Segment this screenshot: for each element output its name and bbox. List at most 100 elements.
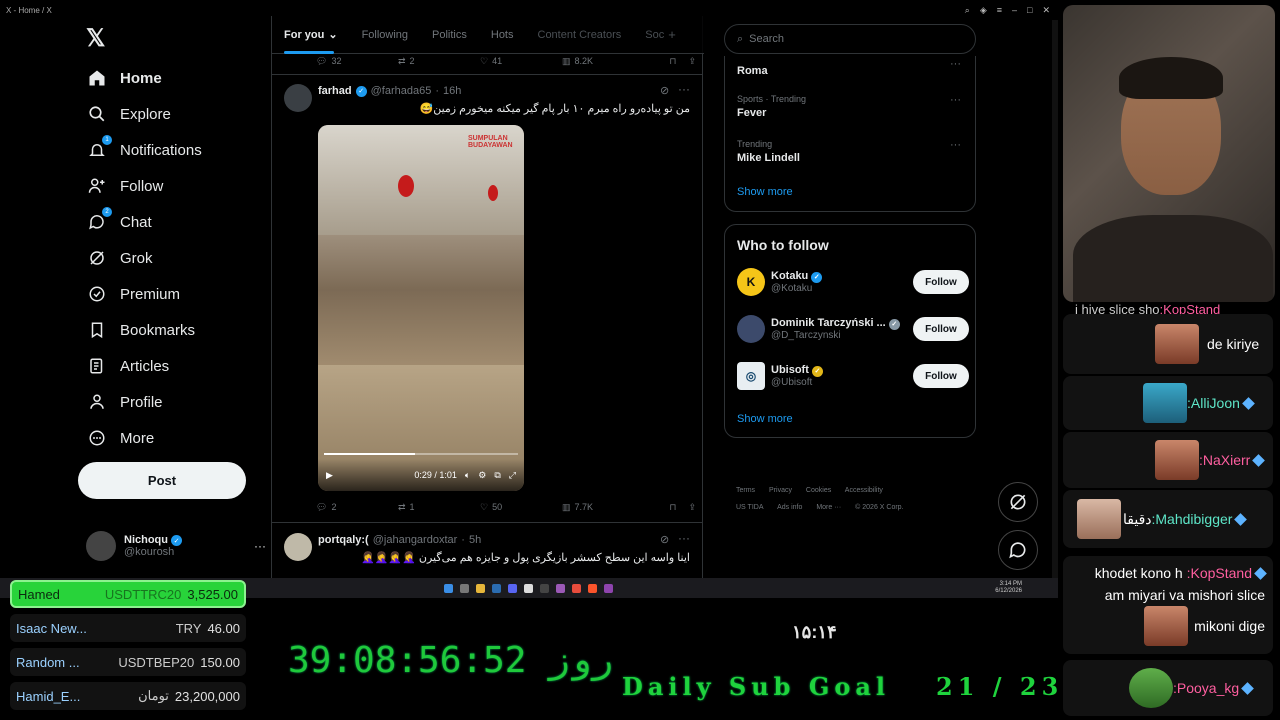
tweet-more-icon[interactable]: ··· — [678, 531, 690, 545]
volume-icon[interactable]: 🔈︎ — [465, 470, 470, 481]
file-explorer-icon[interactable] — [476, 583, 485, 593]
views-button[interactable]: ▥ 7.7K — [562, 502, 644, 513]
account-more-icon[interactable]: ··· — [254, 539, 266, 553]
tab-content-creators[interactable]: Content Creators — [526, 16, 634, 54]
add-tab-icon[interactable]: + — [668, 27, 676, 42]
nav-articles[interactable]: Articles — [86, 352, 169, 380]
trend-more-icon[interactable]: ··· — [950, 94, 961, 106]
browser-search-icon[interactable]: ⌕ — [965, 5, 970, 16]
nav-explore[interactable]: Explore — [86, 100, 171, 128]
tab-hots[interactable]: Hots — [479, 16, 526, 54]
post-button[interactable]: Post — [78, 462, 246, 499]
trends-show-more-link[interactable]: Show more — [737, 186, 793, 198]
tab-soc[interactable]: Soc — [633, 16, 668, 54]
messages-fab-button[interactable] — [998, 530, 1038, 570]
footer-link[interactable]: US TIDA — [736, 504, 764, 511]
chrome-icon[interactable] — [572, 583, 581, 593]
follow-button[interactable]: Follow — [913, 317, 969, 341]
follow-suggestion[interactable]: ◎ Ubisoft ✓ @Ubisoft Follow — [737, 359, 969, 393]
nav-follow[interactable]: Follow — [86, 172, 163, 200]
like-button[interactable]: ♡ 50 — [480, 502, 562, 513]
grok-fab-button[interactable] — [998, 482, 1038, 522]
trend-item[interactable]: Trending Mike Lindell — [737, 139, 800, 164]
share-icon[interactable]: ⇪ — [688, 502, 696, 513]
nav-bookmarks[interactable]: Bookmarks — [86, 316, 195, 344]
nav-more[interactable]: More — [86, 424, 154, 452]
tab-following[interactable]: Following — [350, 16, 420, 54]
obs-icon[interactable] — [540, 583, 549, 593]
trend-item[interactable]: Sports · Trending Fever — [737, 94, 806, 119]
brave-icon[interactable] — [588, 583, 597, 593]
like-button[interactable]: ♡ 41 — [480, 56, 562, 67]
x-app-icon[interactable] — [524, 583, 533, 593]
verified-icon: ✓ — [888, 318, 900, 330]
pepe-emote-icon — [1129, 668, 1173, 708]
nav-premium[interactable]: Premium — [86, 280, 180, 308]
reply-button[interactable]: 💬︎ 32 — [316, 56, 398, 67]
follow-button[interactable]: Follow — [913, 364, 969, 388]
video-progress-bar[interactable] — [324, 453, 518, 455]
account-switcher[interactable]: Nichoqu ✓ @kourosh ··· — [86, 526, 266, 566]
menu-icon[interactable]: ≡ — [997, 5, 1002, 16]
maximize-icon[interactable]: □ — [1027, 5, 1032, 16]
app-icon[interactable] — [556, 583, 565, 593]
nav-chat[interactable]: 2 Chat — [86, 207, 152, 236]
tweet-time[interactable]: 16h — [443, 85, 461, 97]
avatar[interactable] — [284, 84, 312, 112]
store-icon[interactable] — [492, 583, 501, 593]
repost-button[interactable]: ⇄ 2 — [398, 56, 480, 67]
tweet-video[interactable]: SUMPULAN BUDAYAWAN ▶ 0:29 / 1:01 🔈︎ ⚙ ⧉ ⤢ — [318, 125, 524, 491]
follow-suggestion[interactable]: K Kotaku ✓ @Kotaku Follow — [737, 265, 969, 299]
footer-link[interactable]: Privacy — [769, 487, 792, 494]
fullscreen-icon[interactable]: ⤢ — [509, 470, 516, 481]
trend-more-icon[interactable]: ··· — [950, 58, 961, 70]
search-taskbar-icon[interactable] — [460, 583, 469, 593]
close-icon[interactable]: ✕ — [1042, 5, 1050, 16]
taskbar-date[interactable]: 6/12/2026 — [995, 588, 1022, 595]
footer-link[interactable]: More ··· — [816, 504, 841, 511]
nav-home[interactable]: Home — [86, 64, 162, 92]
trend-item[interactable]: Roma — [737, 62, 768, 77]
tab-politics[interactable]: Politics — [420, 16, 479, 54]
tweet-author-name[interactable]: portqaly:( — [318, 534, 369, 546]
tab-for-you[interactable]: For you ⌄ — [272, 16, 350, 54]
follow-suggestion[interactable]: Dominik Tarczyński ... ✓ @D_Tarczynski Fo… — [737, 312, 969, 346]
start-icon[interactable] — [444, 583, 453, 593]
avatar[interactable] — [284, 533, 312, 561]
x-logo-icon[interactable]: 𝕏 — [86, 24, 105, 53]
pip-icon[interactable]: ⧉ — [494, 470, 500, 481]
extension-icon[interactable]: ◈ — [980, 5, 987, 16]
app-icon[interactable] — [604, 583, 613, 593]
minimize-icon[interactable]: – — [1012, 5, 1017, 16]
nav-profile[interactable]: Profile — [86, 388, 163, 416]
who-to-follow-show-more-link[interactable]: Show more — [737, 413, 793, 425]
taskbar-time[interactable]: 3:14 PM — [995, 581, 1022, 588]
reply-button[interactable]: 💬︎ 2 — [316, 502, 398, 513]
search-box[interactable]: ⌕ — [724, 24, 976, 54]
share-icon[interactable]: ⇪ — [688, 56, 696, 67]
nav-notifications[interactable]: 1 Notifications — [86, 135, 202, 164]
nav-grok[interactable]: Grok — [86, 244, 153, 272]
tweet-author-name[interactable]: farhad — [318, 85, 352, 97]
tweet-author-handle[interactable]: @jahangardoxtar — [373, 534, 458, 546]
grok-icon[interactable]: ⊘ — [660, 84, 669, 97]
bookmark-icon[interactable]: ⊓ — [669, 56, 676, 67]
footer-link[interactable]: Accessibility — [845, 487, 883, 494]
views-button[interactable]: ▥ 8.2K — [562, 56, 644, 67]
tweet-author-handle[interactable]: @farhada65 — [371, 85, 432, 97]
search-input[interactable] — [749, 33, 950, 45]
grok-icon[interactable]: ⊘ — [660, 533, 669, 546]
tweet-more-icon[interactable]: ··· — [678, 82, 690, 96]
follow-button[interactable]: Follow — [913, 270, 969, 294]
tweet-time[interactable]: 5h — [469, 534, 481, 546]
footer-link[interactable]: Cookies — [806, 487, 831, 494]
play-icon[interactable]: ▶ — [326, 470, 333, 481]
bookmark-icon[interactable]: ⊓ — [669, 502, 676, 513]
settings-icon[interactable]: ⚙ — [478, 470, 486, 481]
scrollbar[interactable] — [1052, 20, 1058, 578]
footer-link[interactable]: Terms — [736, 487, 755, 494]
footer-link[interactable]: Ads info — [777, 504, 802, 511]
trend-more-icon[interactable]: ··· — [950, 139, 961, 151]
discord-icon[interactable] — [508, 583, 517, 593]
repost-button[interactable]: ⇄ 1 — [398, 502, 480, 513]
